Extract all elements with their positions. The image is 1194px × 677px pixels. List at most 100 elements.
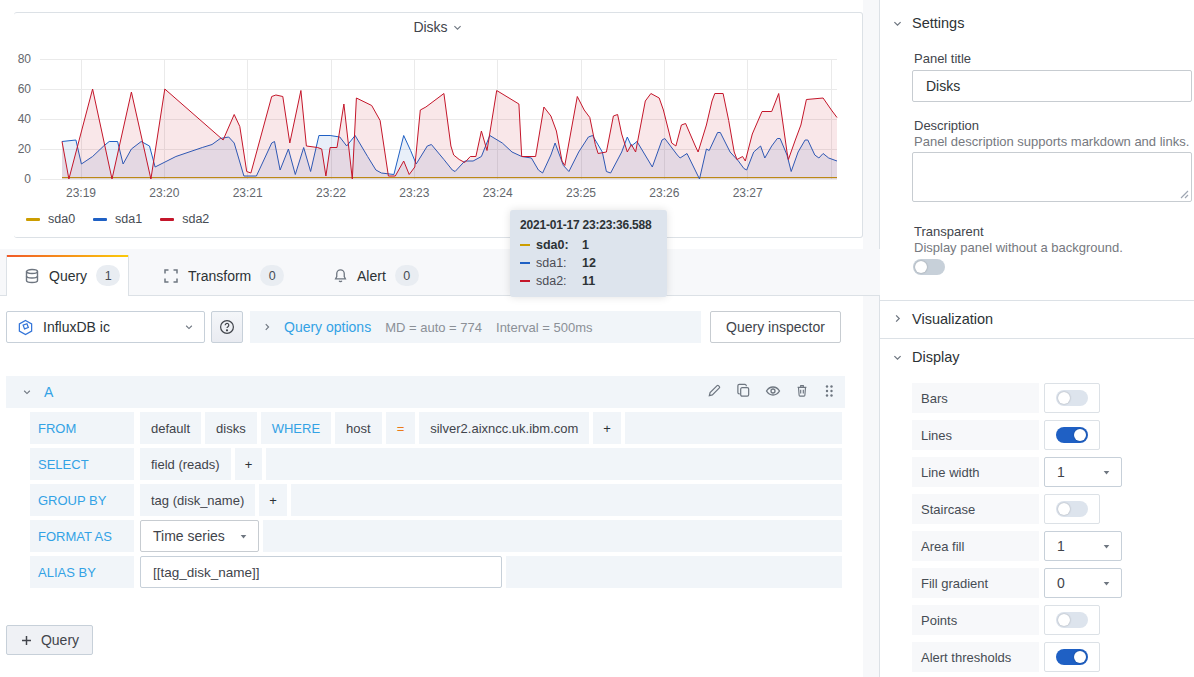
description-help: Panel description supports markdown and …: [914, 134, 1189, 149]
divider: [880, 338, 1194, 339]
add-query-label: Query: [41, 632, 79, 648]
tab-transform[interactable]: Transform 0: [163, 255, 284, 296]
panel-header[interactable]: Disks: [14, 19, 862, 35]
legend-color-dash: [160, 218, 174, 221]
lines-toggle[interactable]: [1056, 427, 1088, 443]
query-row-filler: [625, 412, 842, 444]
query-part[interactable]: field (reads): [140, 448, 231, 480]
section-display[interactable]: Display: [912, 349, 960, 365]
tab-alert[interactable]: Alert 0: [333, 255, 419, 296]
area-fill-select[interactable]: 1: [1044, 531, 1122, 561]
add-part-button[interactable]: +: [235, 448, 263, 480]
svg-text:23:20: 23:20: [149, 186, 179, 200]
query-part[interactable]: WHERE: [261, 412, 331, 444]
tooltip-series-name: sda1:: [536, 256, 582, 270]
tab-query[interactable]: Query 1: [24, 255, 120, 296]
query-part[interactable]: disks: [205, 412, 257, 444]
points-toggle[interactable]: [1056, 612, 1088, 628]
edit-icon[interactable]: [707, 383, 722, 401]
bars-toggle[interactable]: [1056, 390, 1088, 406]
add-part-button[interactable]: +: [259, 484, 287, 516]
caret-down-icon: [1102, 464, 1111, 480]
query-options-bar[interactable]: Query options MD = auto = 774 Interval =…: [250, 311, 701, 343]
legend-item-sda2[interactable]: sda2: [160, 212, 209, 226]
tooltip-timestamp: 2021-01-17 23:23:36.588: [520, 218, 657, 232]
query-options-toggle[interactable]: Query options: [284, 319, 371, 335]
staircase-toggle[interactable]: [1056, 501, 1088, 517]
legend-series-name[interactable]: sda2: [182, 212, 209, 226]
tooltip-series-value: 12: [582, 256, 596, 270]
time-series-chart[interactable]: 02040608023:1923:2023:2123:2223:2323:242…: [14, 13, 862, 237]
query-keyword-label: GROUP BY: [30, 484, 134, 516]
display-row-line-width: Line width1: [912, 457, 1194, 487]
query-part[interactable]: default: [140, 412, 201, 444]
legend-series-name[interactable]: sda0: [48, 212, 75, 226]
tab-transform-label: Transform: [188, 268, 251, 284]
query-keyword-label: SELECT: [30, 448, 134, 480]
svg-text:23:24: 23:24: [483, 186, 513, 200]
query-row-alias-by: ALIAS BY: [30, 556, 842, 588]
tooltip-series-row: sda0:1: [520, 238, 657, 252]
query-part[interactable]: host: [335, 412, 382, 444]
chevron-right-icon: [262, 322, 272, 332]
section-visualization[interactable]: Visualization: [912, 311, 993, 327]
query-inspector-button[interactable]: Query inspector: [710, 311, 841, 343]
legend-item-sda1[interactable]: sda1: [93, 212, 142, 226]
display-option-label: Staircase: [912, 494, 1039, 524]
legend-series-name[interactable]: sda1: [115, 212, 142, 226]
svg-text:60: 60: [18, 82, 32, 96]
drag-handle-icon[interactable]: [823, 384, 835, 401]
tab-query-count: 1: [96, 265, 120, 286]
datasource-help-button[interactable]: [211, 311, 243, 343]
alias-by-input[interactable]: [140, 556, 502, 588]
resize-grip-icon[interactable]: [1180, 190, 1189, 199]
tooltip-series-row: sda2:11: [520, 274, 657, 288]
svg-text:23:27: 23:27: [733, 186, 763, 200]
chevron-down-icon: [22, 387, 32, 397]
transparent-toggle[interactable]: [913, 259, 945, 275]
tooltip-color-dash: [520, 244, 530, 246]
alert-thresholds-toggle-box: [1044, 642, 1100, 672]
trash-icon[interactable]: [795, 383, 809, 401]
splitter-gutter[interactable]: [863, 0, 880, 677]
chevron-down-icon: [892, 352, 903, 363]
fill-gradient-select[interactable]: 0: [1044, 568, 1122, 598]
legend-item-sda0[interactable]: sda0: [26, 212, 75, 226]
query-row-filler: [506, 556, 842, 588]
query-part[interactable]: silver2.aixncc.uk.ibm.com: [419, 412, 589, 444]
query-part[interactable]: =: [386, 412, 416, 444]
copy-icon[interactable]: [736, 383, 751, 401]
chevron-down-icon: [892, 18, 903, 29]
eye-icon[interactable]: [765, 383, 781, 402]
tooltip-series-name: sda2:: [536, 274, 582, 288]
panel-title-input[interactable]: [912, 70, 1192, 102]
format-select[interactable]: Time series: [140, 520, 259, 552]
query-part[interactable]: tag (disk_name): [140, 484, 255, 516]
panel-title: Disks: [413, 19, 447, 35]
svg-text:0: 0: [24, 172, 31, 186]
line-width-select[interactable]: 1: [1044, 457, 1122, 487]
description-textarea[interactable]: [912, 152, 1192, 202]
svg-text:23:25: 23:25: [566, 186, 596, 200]
area-fill-select-value: 1: [1057, 538, 1065, 554]
query-row-group-by: GROUP BYtag (disk_name)+: [30, 484, 842, 516]
transform-icon: [163, 268, 179, 284]
display-option-label: Area fill: [912, 531, 1039, 561]
section-settings[interactable]: Settings: [912, 15, 964, 31]
query-row-header[interactable]: A: [6, 376, 845, 408]
add-part-button[interactable]: +: [593, 412, 621, 444]
influxdb-icon: [17, 319, 34, 336]
query-keyword-label: FROM: [30, 412, 134, 444]
display-option-label: Alert thresholds: [912, 642, 1039, 672]
format-select-value: Time series: [153, 528, 225, 544]
query-options-interval: Interval = 500ms: [496, 320, 592, 335]
settings-title: Settings: [912, 15, 964, 31]
tab-bar: Query 1 Transform 0 Alert 0: [0, 249, 880, 296]
alert-thresholds-toggle[interactable]: [1056, 649, 1088, 665]
description-label: Description: [914, 118, 979, 133]
display-row-fill-gradient: Fill gradient0: [912, 568, 1194, 598]
divider: [880, 300, 1194, 301]
add-query-button[interactable]: Query: [6, 625, 93, 655]
datasource-picker[interactable]: InfluxDB ic: [6, 311, 205, 343]
query-row-select: SELECTfield (reads)+: [30, 448, 842, 480]
